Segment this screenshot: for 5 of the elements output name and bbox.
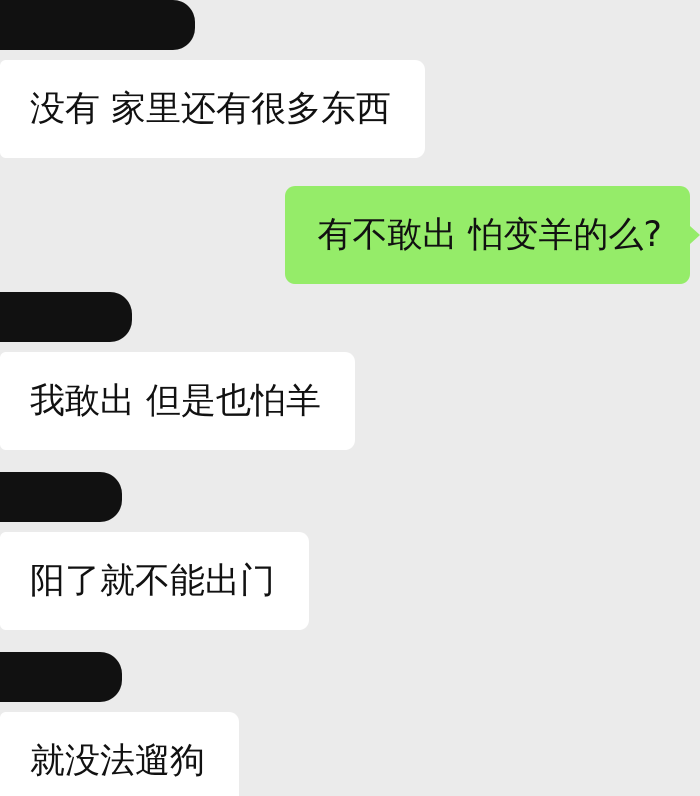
bubble-tail [690,226,700,244]
message-bubble: 阳了就不能出门 [0,532,309,630]
message-bubble: 我敢出 但是也怕羊 [0,352,356,450]
message-bubble: 没有 家里还有很多东西 [0,60,426,158]
message-bubble: 就没法遛狗 [0,712,239,796]
